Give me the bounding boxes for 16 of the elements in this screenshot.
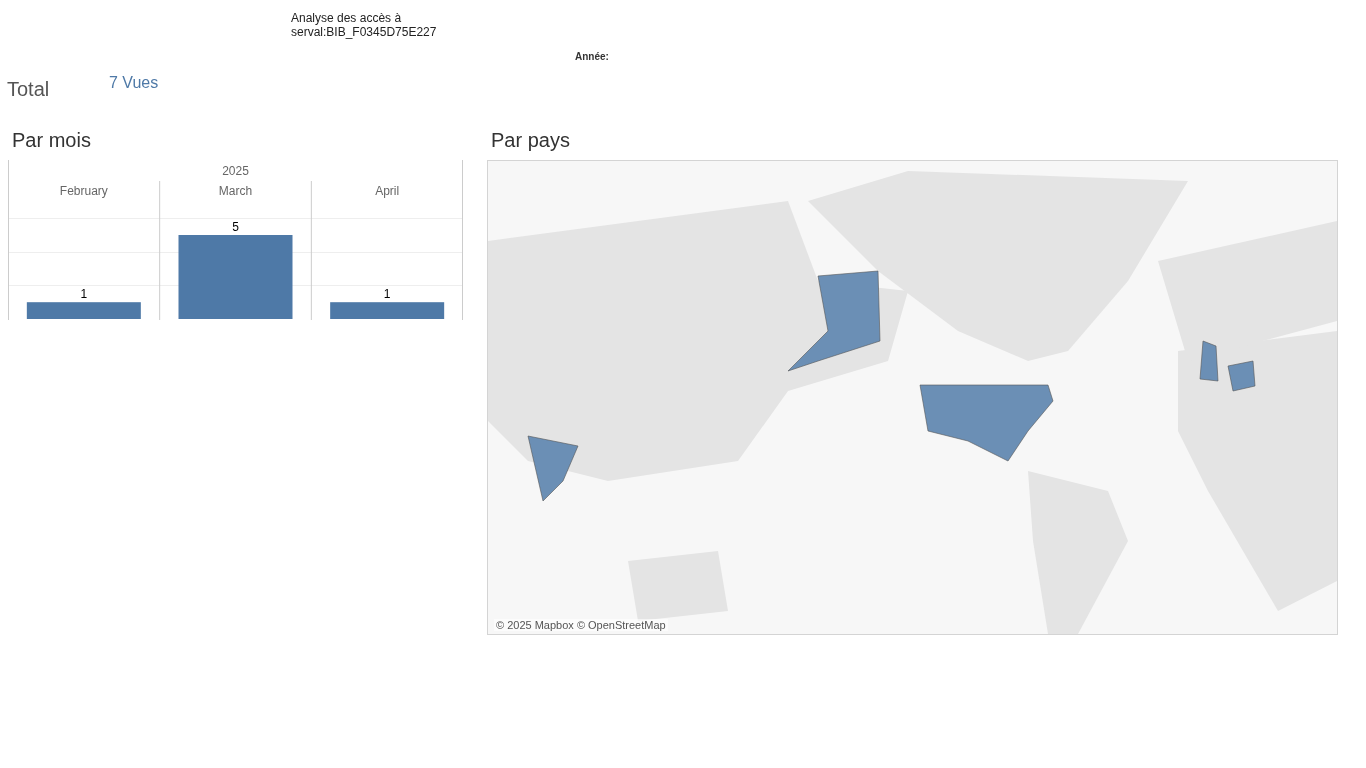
map-attribution: © 2025 Mapbox © OpenStreetMap <box>494 619 668 631</box>
year-header: 2025 <box>222 164 249 178</box>
total-value: 7 Vues <box>109 74 159 92</box>
map-panel[interactable]: © 2025 Mapbox © OpenStreetMap <box>487 160 1338 635</box>
panel-title: Par mois <box>12 128 92 152</box>
dashboard-title-line: serval:BIB_F0345D75E227 <box>291 25 438 39</box>
month-label: February <box>59 184 108 198</box>
bar-value-label: 5 <box>232 220 239 234</box>
dashboard-title-line: Analyse des accès à <box>291 11 403 25</box>
month-label: April <box>375 184 400 198</box>
year-filter-label: Année: <box>575 51 609 64</box>
bar-value-label: 1 <box>383 287 391 302</box>
bar-value-label: 1 <box>80 287 88 302</box>
total-label: Total <box>7 78 51 101</box>
panel-title: Par pays <box>491 128 571 152</box>
month-label: March <box>218 184 253 198</box>
